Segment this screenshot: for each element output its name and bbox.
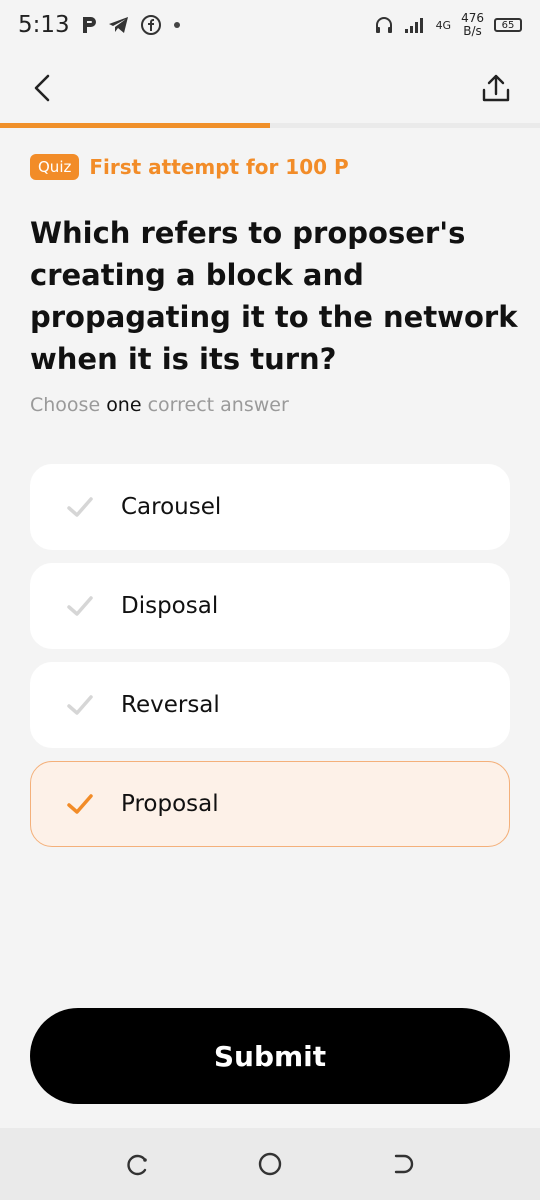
net-speed: 476 B/s xyxy=(461,12,484,38)
attempt-reward-text: First attempt for 100 P xyxy=(89,155,349,179)
answer-options: Carousel Disposal Reversal Proposal xyxy=(30,464,510,860)
quiz-header: Quiz First attempt for 100 P xyxy=(30,154,349,180)
share-upload-icon xyxy=(482,74,510,102)
p-app-icon xyxy=(82,17,96,33)
facebook-icon xyxy=(140,15,161,35)
nav-home-icon xyxy=(258,1152,282,1176)
hint-strong: one xyxy=(106,394,142,416)
quiz-badge: Quiz xyxy=(30,154,80,180)
hint-post: correct answer xyxy=(141,394,289,416)
nav-recents-icon xyxy=(394,1154,414,1174)
net-type-badge: 4G xyxy=(435,18,452,32)
progress-fill xyxy=(0,123,270,128)
option-label: Disposal xyxy=(121,593,219,619)
option-reversal[interactable]: Reversal xyxy=(30,662,510,748)
question-text: Which refers to proposer's creating a bl… xyxy=(30,216,518,376)
status-bar: 5:13 4G 476 B/s 65 xyxy=(0,0,540,50)
headphones-icon xyxy=(375,17,392,33)
status-time: 5:13 xyxy=(18,12,70,38)
telegram-icon xyxy=(108,17,128,33)
battery-level: 65 xyxy=(501,19,515,31)
status-left: 5:13 xyxy=(18,12,182,38)
chevron-left-icon xyxy=(34,74,50,102)
option-disposal[interactable]: Disposal xyxy=(30,563,510,649)
top-bar xyxy=(0,58,540,118)
checkmark-icon xyxy=(67,794,93,814)
system-nav-bar xyxy=(0,1128,540,1200)
nav-back-icon xyxy=(127,1154,147,1176)
notification-dot-icon xyxy=(173,22,180,28)
submit-button[interactable]: Submit xyxy=(30,1008,510,1104)
battery-icon: 65 xyxy=(494,18,522,32)
signal-icon xyxy=(404,18,423,33)
status-right: 4G 476 B/s 65 xyxy=(374,12,522,38)
back-button[interactable] xyxy=(22,66,66,110)
option-label: Reversal xyxy=(121,692,220,718)
checkmark-icon xyxy=(67,497,93,517)
answer-hint: Choose one correct answer xyxy=(30,394,289,416)
nav-back-button[interactable] xyxy=(121,1148,153,1180)
share-button[interactable] xyxy=(474,66,518,110)
option-label: Proposal xyxy=(121,791,219,817)
option-label: Carousel xyxy=(121,494,222,520)
progress-bar xyxy=(0,123,540,128)
nav-recents-button[interactable] xyxy=(386,1148,418,1180)
net-speed-unit: B/s xyxy=(463,24,482,38)
nav-home-button[interactable] xyxy=(254,1148,286,1180)
option-proposal[interactable]: Proposal xyxy=(30,761,510,847)
option-carousel[interactable]: Carousel xyxy=(30,464,510,550)
hint-pre: Choose xyxy=(30,394,107,416)
checkmark-icon xyxy=(67,695,93,715)
checkmark-icon xyxy=(67,596,93,616)
